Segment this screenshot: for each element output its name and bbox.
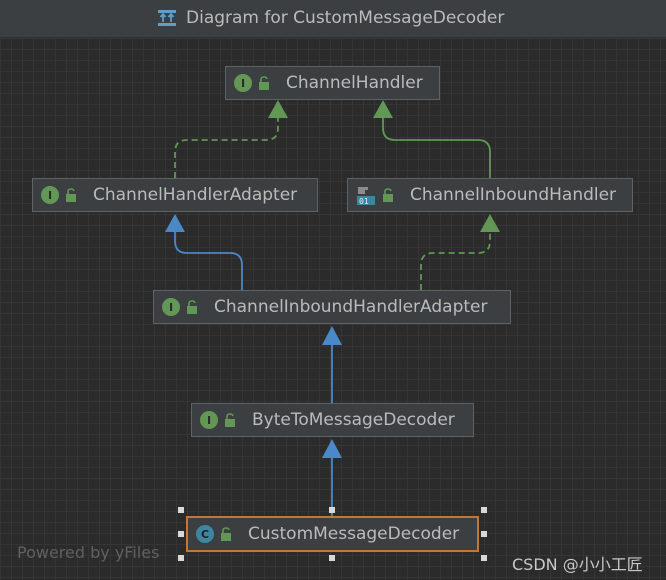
arrowhead-implements-inbound bbox=[480, 214, 500, 232]
resize-handle-ne[interactable] bbox=[481, 507, 487, 513]
watermark-text: CSDN @小小工匠 bbox=[512, 555, 643, 574]
node-channel-inbound-handler-adapter[interactable]: I ChannelInboundHandlerAdapter bbox=[153, 290, 511, 324]
node-label: ByteToMessageDecoder bbox=[252, 410, 455, 430]
public-lock-icon bbox=[66, 188, 76, 202]
node-label: ChannelHandlerAdapter bbox=[93, 185, 298, 205]
class-icon: C bbox=[196, 525, 214, 543]
interface-icon: I bbox=[162, 298, 180, 316]
node-byte-to-message-decoder[interactable]: I ByteToMessageDecoder bbox=[191, 403, 474, 437]
resize-handle-sw[interactable] bbox=[178, 555, 184, 561]
node-label: ChannelHandler bbox=[286, 73, 423, 93]
public-lock-icon bbox=[225, 413, 235, 427]
public-lock-icon bbox=[259, 76, 269, 90]
interface-icon: I bbox=[234, 74, 252, 92]
edge-inboundadapter-implements-inboundhandler bbox=[420, 226, 491, 290]
resize-handle-e[interactable] bbox=[481, 531, 487, 537]
edge-inboundadapter-extends-adapter bbox=[174, 226, 243, 290]
resize-handle-w[interactable] bbox=[178, 531, 184, 537]
diagram-window: Diagram for CustomMessageDecoder I Chann… bbox=[0, 0, 666, 580]
node-channel-handler[interactable]: I ChannelHandler bbox=[225, 66, 440, 100]
resize-handle-nw[interactable] bbox=[178, 507, 184, 513]
node-custom-message-decoder[interactable]: C CustomMessageDecoder bbox=[186, 516, 479, 552]
public-lock-icon bbox=[221, 527, 231, 541]
interface-icon: I bbox=[200, 411, 218, 429]
deprecated-interface-icon: 01 bbox=[357, 187, 375, 205]
node-label: CustomMessageDecoder bbox=[248, 524, 460, 544]
arrowhead-extends-adapter bbox=[165, 214, 185, 232]
public-lock-icon bbox=[187, 300, 197, 314]
arrowhead-extends-inboundadapter bbox=[322, 326, 342, 345]
powered-by-text: Powered by yFiles bbox=[17, 543, 160, 562]
resize-handle-s[interactable] bbox=[329, 555, 335, 561]
resize-handle-se[interactable] bbox=[481, 555, 487, 561]
public-lock-icon bbox=[383, 188, 393, 202]
node-label: ChannelInboundHandler bbox=[410, 185, 617, 205]
resize-handle-n[interactable] bbox=[329, 507, 335, 513]
node-label: ChannelInboundHandlerAdapter bbox=[214, 297, 488, 317]
arrowhead-implements bbox=[268, 100, 288, 118]
arrowhead-extends-bytetomessage bbox=[322, 439, 342, 458]
arrowhead-extends-interface bbox=[373, 100, 393, 118]
svg-text:01: 01 bbox=[359, 197, 369, 205]
node-channel-handler-adapter[interactable]: I ChannelHandlerAdapter bbox=[32, 178, 318, 212]
node-channel-inbound-handler[interactable]: 01 ChannelInboundHandler bbox=[347, 178, 633, 212]
edge-adapter-implements-handler bbox=[174, 112, 279, 178]
interface-icon: I bbox=[41, 186, 59, 204]
edge-inboundhandler-extends-handler bbox=[382, 112, 491, 178]
